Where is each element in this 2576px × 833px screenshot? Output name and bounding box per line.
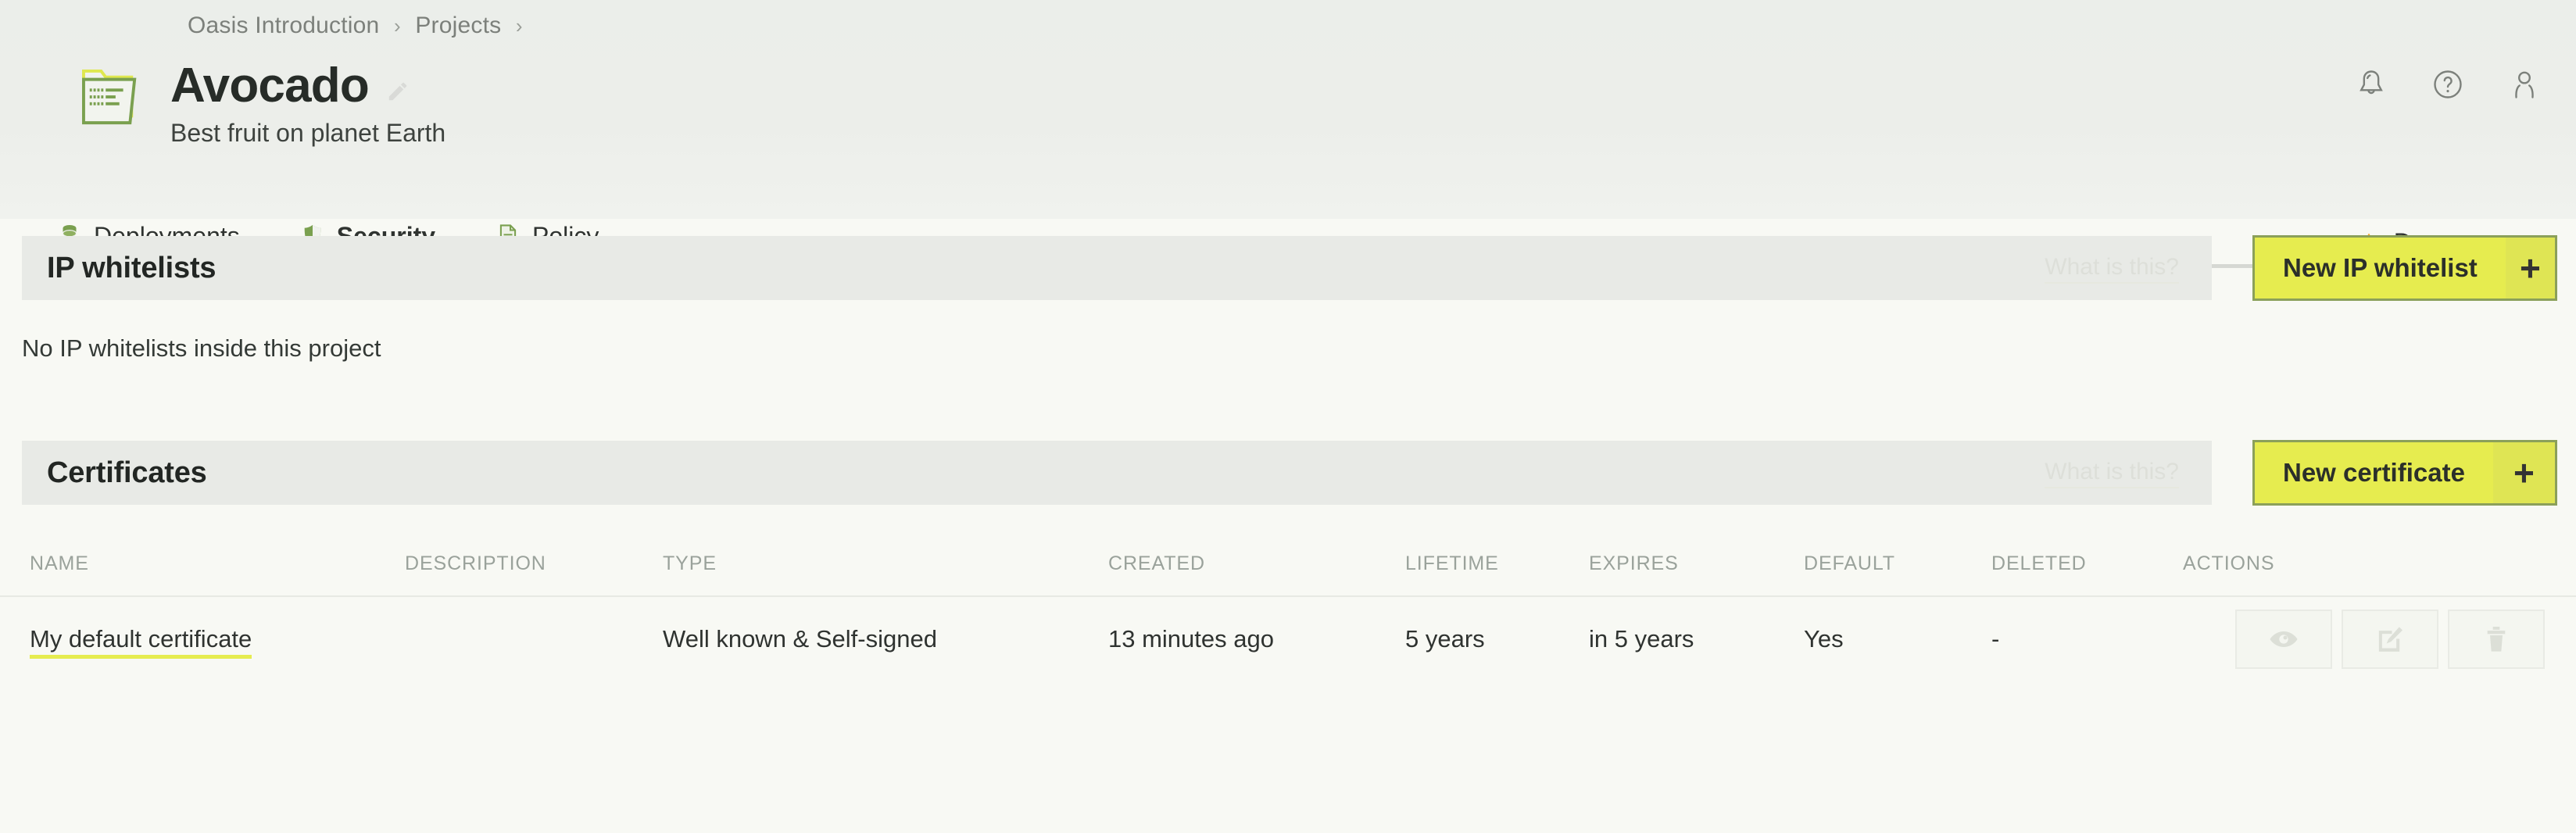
ip-whitelists-empty-message: No IP whitelists inside this project bbox=[22, 334, 381, 363]
edit-certificate-button[interactable] bbox=[2342, 610, 2438, 669]
new-ip-whitelist-label: New IP whitelist bbox=[2255, 238, 2506, 299]
breadcrumb-item-oasis-introduction[interactable]: Oasis Introduction bbox=[188, 13, 379, 38]
eye-icon bbox=[2268, 624, 2299, 655]
breadcrumb: Oasis Introduction › Projects › bbox=[188, 13, 531, 39]
column-header-name: NAME bbox=[30, 552, 405, 575]
column-header-type: TYPE bbox=[663, 552, 1108, 575]
column-header-expires: EXPIRES bbox=[1589, 552, 1804, 575]
new-certificate-label: New certificate bbox=[2255, 442, 2493, 503]
cell-default: Yes bbox=[1804, 625, 1991, 653]
certificates-table: NAME DESCRIPTION TYPE CREATED LIFETIME E… bbox=[0, 531, 2576, 681]
plus-icon: + bbox=[2506, 238, 2555, 299]
edit-icon bbox=[2374, 624, 2406, 655]
cell-type: Well known & Self-signed bbox=[663, 625, 1108, 653]
row-action-buttons bbox=[2183, 610, 2545, 669]
table-header-row: NAME DESCRIPTION TYPE CREATED LIFETIME E… bbox=[0, 531, 2576, 597]
certificates-section-header: Certificates What is this? bbox=[22, 441, 2212, 505]
cell-lifetime: 5 years bbox=[1405, 625, 1589, 653]
user-icon[interactable] bbox=[2507, 67, 2542, 102]
cell-deleted: - bbox=[1991, 625, 2183, 653]
certificate-name-link[interactable]: My default certificate bbox=[30, 625, 252, 659]
page-title: Avocado bbox=[170, 61, 369, 111]
column-header-deleted: DELETED bbox=[1991, 552, 2183, 575]
new-ip-whitelist-button[interactable]: New IP whitelist + bbox=[2252, 235, 2557, 301]
breadcrumb-item-projects[interactable]: Projects bbox=[415, 13, 501, 38]
plus-icon: + bbox=[2493, 442, 2555, 503]
question-circle-icon[interactable] bbox=[2431, 67, 2465, 102]
cell-expires: in 5 years bbox=[1589, 625, 1804, 653]
trash-icon bbox=[2481, 624, 2512, 655]
certificates-what-is-this-link[interactable]: What is this? bbox=[2045, 457, 2179, 488]
ip-whitelists-title: IP whitelists bbox=[47, 252, 216, 285]
breadcrumb-separator-icon: › bbox=[386, 14, 409, 38]
certificates-title: Certificates bbox=[47, 456, 207, 490]
column-header-default: DEFAULT bbox=[1804, 552, 1991, 575]
table-row: My default certificate Well known & Self… bbox=[0, 597, 2576, 681]
column-header-lifetime: LIFETIME bbox=[1405, 552, 1589, 575]
ip-whitelists-section-header: IP whitelists What is this? bbox=[22, 236, 2212, 300]
breadcrumb-trailing-separator-icon: › bbox=[508, 14, 531, 38]
bell-icon[interactable] bbox=[2354, 67, 2388, 102]
project-identity: Avocado Best fruit on planet Earth bbox=[81, 61, 445, 148]
cell-created: 13 minutes ago bbox=[1108, 625, 1405, 653]
new-certificate-button[interactable]: New certificate + bbox=[2252, 440, 2557, 506]
cell-name: My default certificate bbox=[30, 625, 405, 653]
folder-icon bbox=[81, 69, 142, 127]
pencil-icon[interactable] bbox=[386, 80, 410, 103]
column-header-actions: ACTIONS bbox=[2183, 552, 2545, 575]
page-header: Oasis Introduction › Projects › Avocado bbox=[0, 0, 2576, 219]
delete-certificate-button[interactable] bbox=[2448, 610, 2545, 669]
view-certificate-button[interactable] bbox=[2235, 610, 2332, 669]
project-description: Best fruit on planet Earth bbox=[170, 119, 445, 148]
column-header-created: CREATED bbox=[1108, 552, 1405, 575]
header-actions bbox=[2354, 67, 2542, 102]
ip-whitelists-what-is-this-link[interactable]: What is this? bbox=[2045, 252, 2179, 284]
column-header-description: DESCRIPTION bbox=[405, 552, 663, 575]
cell-actions bbox=[2183, 610, 2545, 669]
